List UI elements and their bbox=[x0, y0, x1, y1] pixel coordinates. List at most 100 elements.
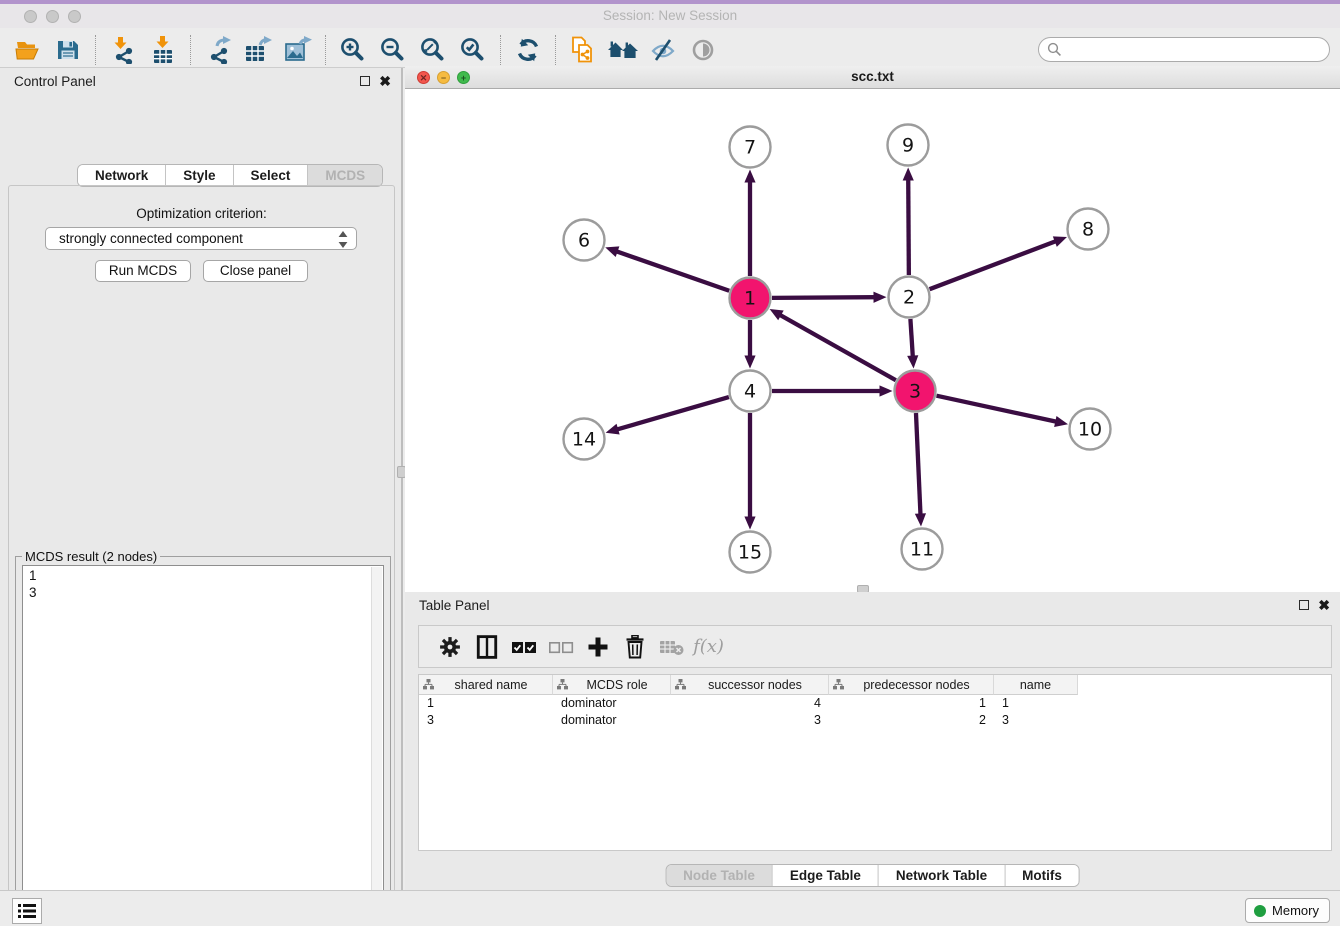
tab-style[interactable]: Style bbox=[165, 165, 232, 186]
graph-node-label: 2 bbox=[903, 287, 915, 309]
mcds-result-item: 3 bbox=[29, 585, 383, 602]
tab-mcds[interactable]: MCDS bbox=[307, 165, 382, 186]
memory-label: Memory bbox=[1272, 903, 1319, 918]
attribute-type-icon bbox=[557, 679, 568, 690]
table-cell: 1 bbox=[829, 695, 994, 712]
float-panel-icon[interactable] bbox=[360, 76, 370, 86]
table-cell: 2 bbox=[829, 712, 994, 729]
edge-1-2[interactable] bbox=[772, 297, 876, 298]
search-box[interactable] bbox=[1038, 37, 1330, 62]
table-close-panel-icon[interactable]: ✖ bbox=[1318, 600, 1330, 610]
table-float-panel-icon[interactable] bbox=[1299, 600, 1309, 610]
add-column-icon[interactable] bbox=[579, 630, 616, 664]
table-tab-node-table[interactable]: Node Table bbox=[666, 865, 772, 886]
search-icon bbox=[1047, 42, 1062, 57]
network-close-icon[interactable]: ✕ bbox=[417, 71, 430, 84]
apply-layout-icon[interactable] bbox=[508, 34, 548, 66]
zoom-out-icon[interactable] bbox=[373, 34, 413, 66]
edge-4-14[interactable] bbox=[616, 397, 729, 430]
new-network-from-selection-icon[interactable] bbox=[563, 34, 603, 66]
tab-select[interactable]: Select bbox=[233, 165, 308, 186]
graph-node-label: 1 bbox=[744, 288, 756, 310]
dropdown-stepper-icon bbox=[338, 231, 348, 248]
export-network-icon[interactable] bbox=[198, 34, 238, 66]
show-all-icon[interactable] bbox=[683, 34, 723, 66]
window-close-icon[interactable] bbox=[24, 10, 37, 23]
table-row[interactable]: 1dominator411 bbox=[419, 695, 1331, 712]
close-panel-icon[interactable]: ✖ bbox=[379, 76, 391, 86]
mcds-result-item: 1 bbox=[29, 568, 383, 585]
column-header-MCDS-role[interactable]: MCDS role bbox=[553, 675, 671, 695]
table-row[interactable]: 3dominator323 bbox=[419, 712, 1331, 729]
table-tab-edge-table[interactable]: Edge Table bbox=[772, 865, 878, 886]
window-zoom-icon[interactable] bbox=[68, 10, 81, 23]
network-canvas[interactable]: 1234678910111415 bbox=[405, 89, 1338, 591]
table-toolbar: f(x) bbox=[418, 625, 1332, 668]
memory-button[interactable]: Memory bbox=[1245, 898, 1330, 923]
zoom-selected-icon[interactable] bbox=[453, 34, 493, 66]
result-scrollbar[interactable] bbox=[371, 567, 382, 926]
network-maximize-icon[interactable]: + bbox=[457, 71, 470, 84]
criterion-value: strongly connected component bbox=[59, 231, 243, 246]
zoom-fit-icon[interactable] bbox=[413, 34, 453, 66]
node-table-header: shared nameMCDS rolesuccessor nodesprede… bbox=[419, 675, 1331, 695]
import-table-icon[interactable] bbox=[143, 34, 183, 66]
unselect-all-icon[interactable] bbox=[542, 630, 579, 664]
column-header-successor-nodes[interactable]: successor nodes bbox=[671, 675, 829, 695]
column-header-name[interactable]: name bbox=[994, 675, 1078, 695]
delete-column-icon[interactable] bbox=[616, 630, 653, 664]
table-cell: 3 bbox=[994, 712, 1078, 729]
edge-2-8[interactable] bbox=[930, 241, 1057, 289]
hide-selected-icon[interactable] bbox=[643, 34, 683, 66]
zoom-in-icon[interactable] bbox=[333, 34, 373, 66]
network-view-window: ✕ − + scc.txt 1234678910111415 bbox=[405, 66, 1340, 592]
search-input[interactable] bbox=[1062, 42, 1312, 57]
run-mcds-button[interactable]: Run MCDS bbox=[95, 260, 191, 282]
mcds-result-group: MCDS result (2 nodes) 13 bbox=[15, 556, 391, 926]
export-image-icon[interactable] bbox=[278, 34, 318, 66]
network-view-titlebar[interactable]: ✕ − + scc.txt bbox=[405, 66, 1340, 89]
show-column-panel-icon[interactable] bbox=[468, 630, 505, 664]
node-table: shared nameMCDS rolesuccessor nodesprede… bbox=[418, 674, 1332, 851]
export-table-icon[interactable] bbox=[238, 34, 278, 66]
first-neighbors-icon[interactable] bbox=[603, 34, 643, 66]
open-session-icon[interactable] bbox=[8, 34, 48, 66]
table-settings-icon[interactable] bbox=[431, 630, 468, 664]
save-session-icon[interactable] bbox=[48, 34, 88, 66]
edge-3-10[interactable] bbox=[936, 396, 1057, 422]
table-tab-motifs[interactable]: Motifs bbox=[1004, 865, 1079, 886]
graph-node-label: 3 bbox=[909, 381, 921, 403]
control-panel-tabs: NetworkStyleSelectMCDS bbox=[77, 164, 383, 187]
graph-node-label: 14 bbox=[572, 429, 596, 451]
edge-2-3[interactable] bbox=[910, 319, 912, 358]
edge-arrow-icon bbox=[903, 167, 914, 180]
select-all-icon[interactable] bbox=[505, 630, 542, 664]
graph-node-label: 11 bbox=[910, 539, 934, 561]
edge-arrow-icon bbox=[915, 513, 926, 526]
attribute-type-icon bbox=[423, 679, 434, 690]
import-network-icon[interactable] bbox=[103, 34, 143, 66]
edge-arrow-icon bbox=[1054, 416, 1068, 427]
table-cell: dominator bbox=[553, 695, 671, 712]
table-tab-network-table[interactable]: Network Table bbox=[878, 865, 1004, 886]
column-header-predecessor-nodes[interactable]: predecessor nodes bbox=[829, 675, 994, 695]
edge-1-6[interactable] bbox=[616, 251, 730, 291]
window-minimize-icon[interactable] bbox=[46, 10, 59, 23]
column-header-shared-name[interactable]: shared name bbox=[419, 675, 553, 695]
edge-3-1[interactable] bbox=[779, 314, 896, 380]
criterion-dropdown[interactable]: strongly connected component bbox=[45, 227, 357, 250]
edge-arrow-icon bbox=[907, 355, 918, 368]
mcds-result-list[interactable]: 13 bbox=[22, 565, 384, 926]
tab-network[interactable]: Network bbox=[78, 165, 165, 186]
task-history-button[interactable] bbox=[12, 898, 42, 924]
edge-2-9[interactable] bbox=[908, 178, 909, 275]
network-minimize-icon[interactable]: − bbox=[437, 71, 450, 84]
network-graph: 1234678910111415 bbox=[405, 89, 1338, 591]
close-panel-button[interactable]: Close panel bbox=[203, 260, 308, 282]
mcds-panel: Optimization criterion: strongly connect… bbox=[8, 185, 395, 926]
edge-3-11[interactable] bbox=[916, 413, 921, 516]
graph-node-label: 8 bbox=[1082, 219, 1094, 241]
list-icon bbox=[17, 902, 37, 920]
graph-node-label: 15 bbox=[738, 542, 762, 564]
graph-node-label: 10 bbox=[1078, 419, 1102, 441]
